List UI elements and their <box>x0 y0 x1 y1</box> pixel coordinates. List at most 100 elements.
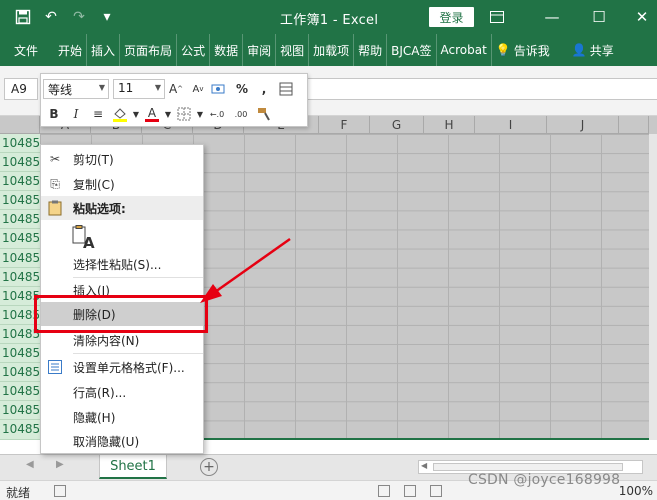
row-header[interactable]: 1048565 <box>0 210 40 230</box>
save-icon[interactable] <box>14 8 32 26</box>
menu-item-paste-special[interactable]: 选择性粘贴(S)... <box>41 252 203 276</box>
chevron-down-icon[interactable]: ▼ <box>163 104 173 124</box>
vertical-scrollbar[interactable] <box>649 134 657 440</box>
menu-item-cut[interactable]: ✂ 剪切(T) <box>41 147 203 171</box>
customize-qat-icon[interactable]: ▾ <box>98 8 116 26</box>
chevron-down-icon[interactable]: ▼ <box>195 104 205 124</box>
row-header[interactable]: 1048568 <box>0 268 40 287</box>
accounting-format-button[interactable] <box>209 79 231 99</box>
maximize-button[interactable]: ☐ <box>587 6 611 28</box>
close-button[interactable]: ✕ <box>630 6 654 28</box>
row-header[interactable]: 1048576 <box>0 420 40 440</box>
menu-item-hide[interactable]: 隐藏(H) <box>41 405 203 429</box>
format-painter-button[interactable] <box>275 79 297 99</box>
add-sheet-button[interactable]: + <box>200 458 218 476</box>
tab-bjca[interactable]: BJCA签 <box>387 34 437 66</box>
undo-icon[interactable]: ↶ <box>42 8 60 26</box>
tab-data[interactable]: 数据 <box>210 34 244 66</box>
watermark: CSDN @joyce168998 <box>468 472 621 488</box>
currency-icon <box>211 84 225 94</box>
menu-item-row-height[interactable]: 行高(R)... <box>41 380 203 404</box>
column-header[interactable]: H <box>424 116 475 134</box>
formula-input[interactable] <box>305 78 657 100</box>
row-header[interactable]: 1048563 <box>0 172 40 192</box>
increase-decimal-button[interactable]: ←.0 <box>205 104 229 124</box>
tab-acrobat[interactable]: Acrobat <box>437 34 492 66</box>
menu-item-label: 隐藏(H) <box>73 410 116 425</box>
chevron-down-icon[interactable]: ▼ <box>131 104 141 124</box>
tab-home[interactable]: 开始 <box>54 34 88 66</box>
scroll-left-icon[interactable]: ◀ <box>26 459 34 470</box>
percent-style-button[interactable]: % <box>231 79 253 99</box>
tab-review[interactable]: 审阅 <box>243 34 277 66</box>
scrollbar-thumb[interactable] <box>433 463 623 471</box>
row-header[interactable]: 1048573 <box>0 363 40 383</box>
row-header[interactable]: 1048575 <box>0 401 40 421</box>
italic-button[interactable]: I <box>65 104 87 124</box>
tab-page-layout[interactable]: 页面布局 <box>120 34 178 66</box>
column-header[interactable]: G <box>370 116 424 134</box>
menu-item-format-cells[interactable]: 设置单元格格式(F)... <box>41 355 203 379</box>
zoom-level[interactable]: 100% <box>619 484 653 498</box>
menu-header-paste-options: 粘贴选项: <box>41 196 203 220</box>
redo-icon[interactable]: ↷ <box>70 8 88 26</box>
row-header[interactable]: 1048562 <box>0 153 40 173</box>
select-all-corner[interactable] <box>0 116 40 134</box>
page-break-view-icon[interactable] <box>430 485 442 497</box>
tab-addins[interactable]: 加载项 <box>309 34 355 66</box>
paste-text-letter: A <box>83 234 95 252</box>
font-color-button[interactable]: A <box>141 104 163 124</box>
comma-style-button[interactable]: , <box>253 79 275 99</box>
menu-item-label: 剪切(T) <box>73 152 114 167</box>
shrink-font-icon: A <box>192 83 200 95</box>
format-painter-button[interactable] <box>253 104 275 124</box>
row-header[interactable]: 1048564 <box>0 191 40 211</box>
font-name-value: 等线 <box>48 83 73 97</box>
share-button[interactable]: 👤 共享 <box>568 34 618 66</box>
font-name-select[interactable]: 等线 ▼ <box>43 79 109 99</box>
shrink-font-button[interactable]: Av <box>187 79 209 99</box>
grow-font-icon: A <box>168 82 178 96</box>
fill-color-button[interactable] <box>109 104 131 124</box>
paintbrush-icon <box>258 108 270 121</box>
menu-item-label: 清除内容(N) <box>73 333 140 348</box>
login-button[interactable]: 登录 <box>429 7 474 27</box>
row-header[interactable]: 1048561 <box>0 134 40 154</box>
minimize-button[interactable]: — <box>540 6 564 28</box>
borders-button[interactable] <box>173 104 195 124</box>
scroll-left-arrow-icon[interactable]: ◀ <box>421 461 427 470</box>
tab-insert[interactable]: 插入 <box>87 34 121 66</box>
macro-record-icon[interactable] <box>54 485 66 497</box>
tell-me-button[interactable]: 💡 告诉我 <box>492 34 554 66</box>
column-header[interactable]: I <box>475 116 547 134</box>
ribbon-display-icon[interactable] <box>485 6 509 28</box>
format-cells-icon <box>47 359 63 375</box>
tab-formulas[interactable]: 公式 <box>177 34 211 66</box>
row-header[interactable]: 1048566 <box>0 229 40 249</box>
align-center-button[interactable]: ≡ <box>87 104 109 124</box>
row-header[interactable]: 1048572 <box>0 344 40 364</box>
name-box[interactable]: A9 <box>4 78 38 100</box>
column-header[interactable]: F <box>319 116 370 134</box>
font-size-select[interactable]: 11 ▼ <box>113 79 165 99</box>
scroll-right-icon[interactable]: ▶ <box>56 459 64 470</box>
bold-button[interactable]: B <box>43 104 65 124</box>
tab-help[interactable]: 帮助 <box>354 34 388 66</box>
grow-font-button[interactable]: A ^ <box>165 79 187 99</box>
tab-view[interactable]: 视图 <box>276 34 310 66</box>
decrease-decimal-button[interactable]: .00 <box>229 104 253 124</box>
menu-item-unhide[interactable]: 取消隐藏(U) <box>41 429 203 453</box>
tab-file[interactable]: 文件 <box>0 34 54 66</box>
column-header[interactable] <box>619 116 649 134</box>
highlight-box <box>34 295 208 333</box>
menu-item-copy[interactable]: ⎘ 复制(C) <box>41 172 203 196</box>
sheet-tab[interactable]: Sheet1 <box>99 455 167 479</box>
share-label: 共享 <box>589 43 614 58</box>
menu-item-label: 设置单元格格式(F)... <box>73 360 185 375</box>
row-header[interactable]: 1048567 <box>0 249 40 268</box>
column-header[interactable]: J <box>547 116 619 134</box>
row-header[interactable]: 1048574 <box>0 382 40 402</box>
paste-keep-text-button[interactable]: A <box>71 225 97 252</box>
page-layout-view-icon[interactable] <box>404 485 416 497</box>
normal-view-icon[interactable] <box>378 485 390 497</box>
